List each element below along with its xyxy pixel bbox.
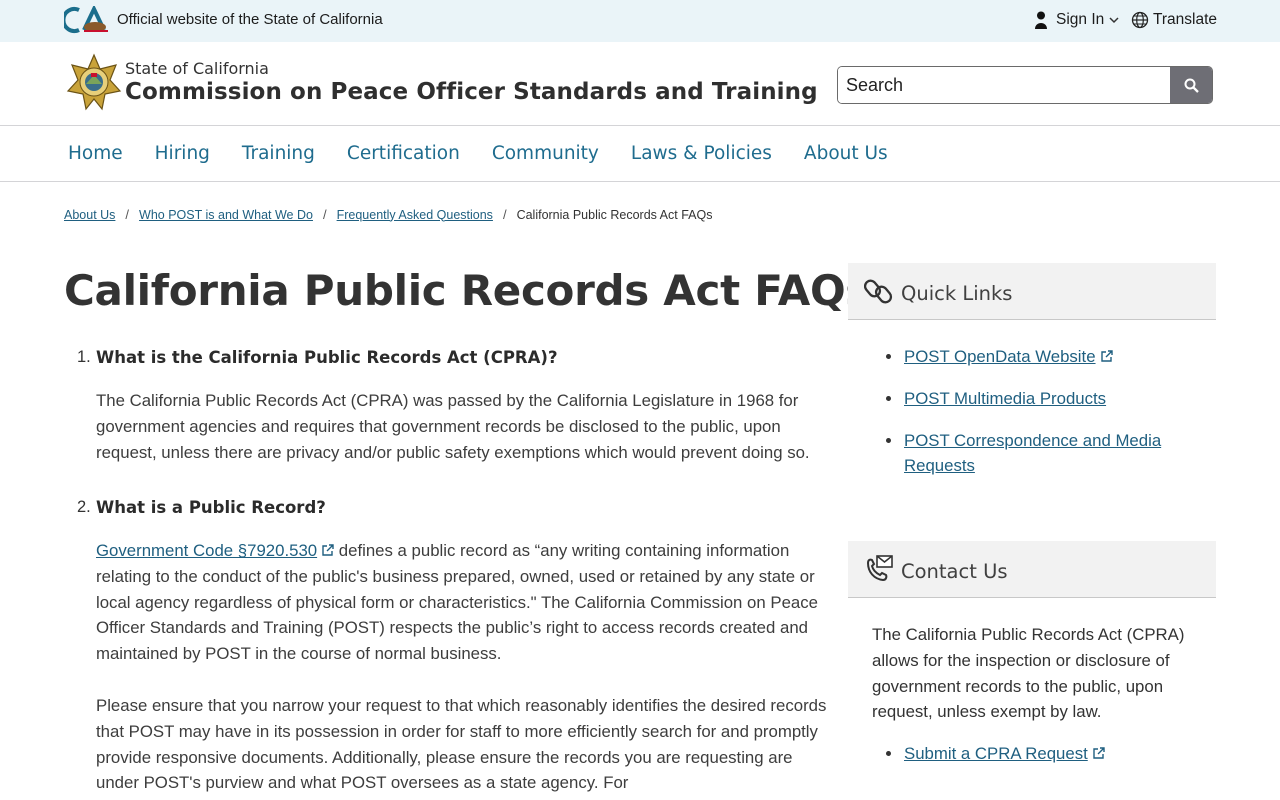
search-input[interactable] [838, 67, 1170, 103]
contact-us-header: Contact Us [848, 541, 1216, 598]
faq-question: What is the California Public Records Ac… [96, 348, 558, 367]
external-link-icon [322, 544, 334, 556]
quick-links-title: Quick Links [901, 282, 1013, 305]
nav-item-laws-policies[interactable]: Laws & Policies [631, 143, 772, 164]
breadcrumb-separator: / [502, 207, 507, 222]
breadcrumb-separator: / [125, 207, 130, 222]
sign-in-button[interactable]: Sign In [1034, 9, 1119, 31]
quick-links-header: Quick Links [848, 263, 1216, 320]
utility-header: Official website of the State of Califor… [0, 0, 1280, 42]
faq-answer-paragraph: Please ensure that you narrow your reque… [96, 696, 827, 793]
sign-in-label: Sign In [1056, 11, 1105, 28]
nav-item-community[interactable]: Community [492, 143, 599, 164]
government-code-link-text: Government Code §7920.530 [96, 541, 318, 560]
submit-cpra-request-link-text: Submit a CPRA Request [904, 744, 1088, 763]
list-item: POST Multimedia Products [884, 386, 1204, 411]
faq-number: 2. [77, 498, 91, 516]
faq-answer: The California Public Records Act (CPRA)… [96, 391, 810, 462]
nav-item-certification[interactable]: Certification [347, 143, 460, 164]
phone-mail-icon [866, 555, 893, 582]
post-correspondence-link[interactable]: POST Correspondence and Media Requests [904, 431, 1161, 475]
nav-item-training[interactable]: Training [242, 143, 315, 164]
search-icon [1184, 78, 1199, 93]
post-opendata-link[interactable]: POST OpenData Website [904, 347, 1113, 366]
faq-question: What is a Public Record? [96, 498, 326, 517]
breadcrumb-who-post-is[interactable]: Who POST is and What We Do [139, 208, 313, 222]
contact-us-title: Contact Us [901, 560, 1008, 583]
breadcrumb-faq[interactable]: Frequently Asked Questions [337, 208, 493, 222]
quick-links-list: POST OpenData Website POST Multimedia Pr… [884, 344, 1204, 495]
organization-name[interactable]: Commission on Peace Officer Standards an… [125, 79, 818, 105]
contact-description: The California Public Records Act (CPRA)… [872, 625, 1185, 722]
search-button[interactable] [1170, 67, 1212, 103]
branding-header: State of California Commission on Peace … [0, 42, 1280, 126]
state-of-california-text: State of California [125, 59, 269, 78]
external-link-icon [1093, 747, 1105, 759]
translate-button[interactable]: Translate [1131, 9, 1217, 31]
faq-answer: Government Code §7920.530 defines a publ… [96, 538, 831, 667]
breadcrumb-current: California Public Records Act FAQs [516, 207, 713, 222]
breadcrumb: About Us / Who POST is and What We Do / … [64, 207, 712, 222]
external-link-icon [1100, 350, 1113, 362]
link-chain-icon [864, 279, 893, 304]
list-item: Submit a CPRA Request [884, 741, 1204, 766]
globe-icon [1131, 11, 1149, 29]
list-item: POST Correspondence and Media Requests [884, 428, 1204, 478]
search-form [837, 66, 1213, 104]
main-navigation: Home Hiring Training Certification Commu… [0, 126, 1280, 182]
nav-item-about-us[interactable]: About Us [804, 143, 888, 164]
nav-item-hiring[interactable]: Hiring [155, 143, 210, 164]
list-item: POST OpenData Website [884, 344, 1204, 369]
breadcrumb-separator: / [322, 207, 327, 222]
government-code-link[interactable]: Government Code §7920.530 [96, 541, 334, 560]
breadcrumb-about-us[interactable]: About Us [64, 208, 115, 222]
contact-links-list: Submit a CPRA Request [884, 741, 1204, 783]
submit-cpra-request-link[interactable]: Submit a CPRA Request [904, 744, 1105, 763]
post-multimedia-link[interactable]: POST Multimedia Products [904, 389, 1106, 408]
nav-item-home[interactable]: Home [68, 143, 123, 164]
post-opendata-link-text: POST OpenData Website [904, 347, 1096, 366]
official-website-text: Official website of the State of Califor… [117, 11, 383, 28]
chevron-down-icon [1109, 17, 1119, 24]
faq-number: 1. [77, 348, 91, 366]
post-badge-logo-icon[interactable] [66, 53, 122, 111]
user-icon [1035, 11, 1047, 29]
page-title: California Public Records Act FAQs [64, 266, 871, 315]
translate-label: Translate [1153, 11, 1218, 28]
ca-state-logo-icon[interactable] [64, 6, 110, 34]
